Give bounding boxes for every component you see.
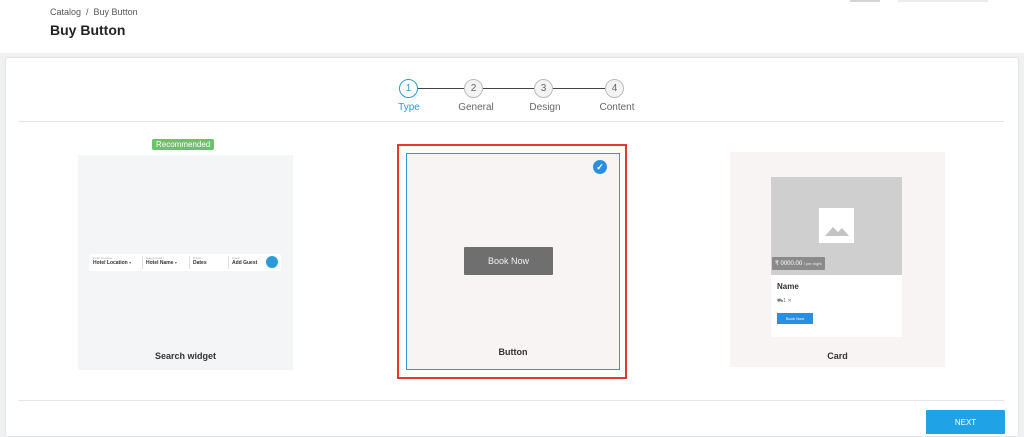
step-4-label[interactable]: Content [587,102,647,113]
book-now-preview: Book Now [464,247,553,275]
option-button-inner: ✓ Book Now Button [406,153,620,370]
divider [18,400,1004,401]
chevron-down-icon: ▾ [129,260,132,265]
option-label-button: Button [498,347,528,357]
card-image-preview: ₹ 0000.00 / per night [771,177,902,275]
check-icon: ✓ [593,160,607,174]
next-button[interactable]: NEXT [926,410,1005,434]
option-label-search-widget: Search widget [154,351,217,361]
step-1-label[interactable]: Type [379,102,439,113]
step-connector [483,88,534,89]
breadcrumb-current: Buy Button [93,7,138,17]
step-1-circle[interactable]: 1 [399,79,418,98]
step-3-label[interactable]: Design [515,102,575,113]
breadcrumb-separator: / [86,7,89,17]
card-name: Name [777,282,799,291]
image-placeholder-icon [819,208,854,243]
option-card[interactable]: ₹ 0000.00 / per night Name ⛟1 ✕ Book Now… [730,152,945,367]
search-widget-preview: Hotel Location Hotel Location ▾ Select H… [89,254,281,271]
stepper: 1 2 3 4 Type General Design Content [391,79,651,119]
step-3-circle[interactable]: 3 [534,79,553,98]
price-tag: ₹ 0000.00 / per night [772,257,825,270]
step-connector [553,88,605,89]
option-label-card: Card [827,351,848,361]
card-book-button-preview: Book Now [777,313,813,324]
recommended-badge: Recommended [152,139,215,150]
page-title: Buy Button [50,22,126,38]
header-divider [898,0,988,2]
chevron-down-icon: ▾ [174,260,177,265]
option-search-widget[interactable]: Hotel Location Hotel Location ▾ Select H… [78,155,293,370]
step-2-label[interactable]: General [446,102,506,113]
page-header: Catalog / Buy Button Buy Button [0,0,1024,53]
location-field-preview: Hotel Location Hotel Location ▾ [93,256,143,269]
option-button[interactable]: ✓ Book Now Button [397,144,627,379]
header-divider [850,0,880,2]
hotel-field-preview: Select Hotel Hotel Name ▾ [146,256,190,269]
breadcrumb: Catalog / Buy Button [50,7,138,17]
wizard-panel: 1 2 3 4 Type General Design Content Reco… [5,57,1019,437]
dates-field-preview: When Dates [193,256,229,269]
search-icon [266,256,278,268]
step-4-circle[interactable]: 4 [605,79,624,98]
step-connector [418,88,464,89]
divider [18,121,1004,122]
card-amenity-icons: ⛟1 ✕ [777,298,792,304]
card-body-preview: Name ⛟1 ✕ Book Now [771,275,902,337]
step-2-circle[interactable]: 2 [464,79,483,98]
breadcrumb-catalog-link[interactable]: Catalog [50,7,81,17]
